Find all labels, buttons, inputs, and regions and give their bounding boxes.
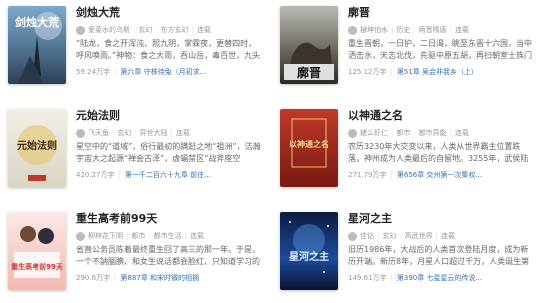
book-author[interactable]: 柳林花下阴 <box>88 231 123 241</box>
book-author[interactable]: 飞天鱼 <box>88 128 109 138</box>
book-foot: 125.12万字 | 第51章 吴会非我乡（上） <box>348 67 478 77</box>
book-desc: 农历3230年大交变以来，人类从世界霸主位置跌落，神州成为人类最后的自留地。32… <box>348 142 529 163</box>
book-tag[interactable]: 玄幻 <box>382 231 396 241</box>
latest-chapter-link[interactable]: 第一千二百六十九章 前往... <box>125 170 211 180</box>
book-foot: 59.24万字 | 第六章 守株待兔（月初求... <box>76 67 207 77</box>
book-cover[interactable]: 星河之主 <box>280 212 338 290</box>
book-card[interactable]: 元始法则 元始法则 飞天鱼 | 玄幻 · 异世大陆 | 连载 星空中的“道域”，… <box>0 109 265 197</box>
book-foot: 149.61万字 | 第390章 七星星云的传说... <box>348 273 483 283</box>
book-tag[interactable]: 异世大陆 <box>140 128 168 138</box>
word-count: 290.6万字 <box>76 274 111 282</box>
book-card[interactable]: 以神通之名 以神通之名 猪么虾仁 | 都市 · 都市异能 | 连载 农历3230… <box>272 109 537 197</box>
book-foot: 420.27万字 | 第一千二百六十九章 前往... <box>76 170 211 180</box>
word-count: 420.27万字 <box>76 171 115 179</box>
book-card[interactable]: 重生高考前99天 重生高考前99天 柳林花下阴 | 都市 · 都市生活 | 连载… <box>0 212 265 300</box>
book-foot: 271.79万字 | 第656章 交州第一次集权... <box>348 170 483 180</box>
cover-title: 星河之主 <box>289 250 329 263</box>
book-author[interactable]: 樋坤怕水 <box>360 25 388 35</box>
book-status: 连载 <box>196 26 211 34</box>
book-author[interactable]: 爱荽水的乌斯 <box>88 25 130 35</box>
word-count: 149.61万字 <box>348 274 387 282</box>
book-card[interactable]: 剑烛大荒 剑烛大荒 爱荽水的乌斯 | 玄幻 · 东方玄幻 | 连载 “陆龙，食之… <box>0 6 265 94</box>
book-author[interactable]: 佳钻 <box>360 231 374 241</box>
book-status: 连载 <box>189 232 204 240</box>
book-desc: 重生晋朝，一日护，二日渴，眺至东晋十六国，当中洒击水，天志北伐，先驱中原五胡，再… <box>348 39 532 60</box>
book-tag[interactable]: 东方玄幻 <box>161 25 189 35</box>
cover-title: 元始法则 <box>17 139 57 152</box>
author-avatar <box>76 128 85 138</box>
book-desc: 旧历1986年，大战后的人类首次登陆月度，成为新历开端。新历8年，月星人口超过千… <box>348 245 530 266</box>
book-tag[interactable]: 玄幻 <box>117 128 131 138</box>
book-tag[interactable]: 都市 <box>131 231 145 241</box>
book-status: 连载 <box>454 26 469 34</box>
book-cover[interactable]: 以神通之名 <box>280 109 338 187</box>
book-meta: 爱荽水的乌斯 | 玄幻 · 东方玄幻 | 连载 <box>76 25 264 35</box>
author-avatar <box>348 25 357 35</box>
book-grid: 剑烛大荒 剑烛大荒 爱荽水的乌斯 | 玄幻 · 东方玄幻 | 连载 “陆龙，食之… <box>0 0 550 303</box>
word-count: 125.12万字 <box>348 68 387 76</box>
book-desc: “陆龙，食之开浑沌、照九阴，掌霖夜，更替四时，呼风唤雨。”神物：食之大雨，吞山岳… <box>76 39 261 60</box>
book-title[interactable]: 重生高考前99天 <box>76 212 264 226</box>
book-tag[interactable]: 都市异能 <box>419 128 447 138</box>
book-tag[interactable]: 历史 <box>396 25 410 35</box>
book-card[interactable]: 星河之主 星河之主 佳钻 | 玄幻 · 高武世界 | 连载 旧历1986年，大战… <box>272 212 537 300</box>
book-tag[interactable]: 高武世界 <box>405 231 433 241</box>
word-count: 271.79万字 <box>348 171 387 179</box>
cover-title: 剑烛大荒 <box>14 15 59 29</box>
book-tag[interactable]: 两晋隋唐 <box>419 25 447 35</box>
latest-chapter-link[interactable]: 第390章 七星星云的传说... <box>397 273 482 283</box>
book-title[interactable]: 剑烛大荒 <box>76 6 264 20</box>
book-meta: 飞天鱼 | 玄幻 · 异世大陆 | 连载 <box>76 128 264 138</box>
book-cover[interactable]: 重生高考前99天 <box>8 212 66 290</box>
book-tag[interactable]: 玄幻 <box>138 25 152 35</box>
latest-chapter-link[interactable]: 第51章 吴会非我乡（上） <box>397 67 478 77</box>
latest-chapter-link[interactable]: 第656章 交州第一次集权... <box>397 170 482 180</box>
author-avatar <box>348 231 357 241</box>
book-title[interactable]: 以神通之名 <box>348 109 536 123</box>
word-count: 59.24万字 <box>76 68 111 76</box>
book-meta: 柳林花下阴 | 都市 · 都市生活 | 连载 <box>76 231 264 241</box>
book-tag[interactable]: 都市生活 <box>154 231 182 241</box>
book-status: 连载 <box>454 129 469 137</box>
book-desc: 省直公务员陈着最终重生回了高三的那一年。于是，一个不訥腼腆、和女生说话都会脸红、… <box>76 245 260 266</box>
book-title[interactable]: 元始法则 <box>76 109 264 123</box>
book-meta: 佳钻 | 玄幻 · 高武世界 | 连载 <box>348 231 536 241</box>
book-cover[interactable]: 元始法则 <box>8 109 66 187</box>
book-card[interactable]: 廓晋 廓晋 樋坤怕水 | 历史 · 两晋隋唐 | 连载 重生晋朝，一日护，二日渴… <box>272 6 537 94</box>
book-status: 连载 <box>175 129 190 137</box>
latest-chapter-link[interactable]: 第六章 守株待兔（月初求... <box>120 67 206 77</box>
book-desc: 星空中的“道域”，俗行最初的蹒跹之地“祖洲”，洁瀚宇宙大之起源“禅会古泽”，虚蝠… <box>76 142 261 163</box>
book-title[interactable]: 廓晋 <box>348 6 536 20</box>
book-meta: 猪么虾仁 | 都市 · 都市异能 | 连载 <box>348 128 536 138</box>
book-title[interactable]: 星河之主 <box>348 212 536 226</box>
cover-title: 以神通之名 <box>289 139 329 149</box>
book-meta: 樋坤怕水 | 历史 · 两晋隋唐 | 连载 <box>348 25 536 35</box>
book-cover[interactable]: 剑烛大荒 <box>8 6 66 84</box>
book-status: 连载 <box>440 232 455 240</box>
author-avatar <box>76 231 85 241</box>
cover-title: 廓晋 <box>297 65 321 80</box>
author-avatar <box>76 25 85 35</box>
book-tag[interactable]: 都市 <box>396 128 410 138</box>
author-avatar <box>348 128 357 138</box>
book-foot: 290.6万字 | 第887章 和宋时微的相拥 <box>76 273 199 283</box>
book-cover[interactable]: 廓晋 <box>280 6 338 84</box>
book-author[interactable]: 猪么虾仁 <box>360 128 388 138</box>
cover-title: 重生高考前99天 <box>11 262 64 271</box>
latest-chapter-link[interactable]: 第887章 和宋时微的相拥 <box>120 273 199 283</box>
